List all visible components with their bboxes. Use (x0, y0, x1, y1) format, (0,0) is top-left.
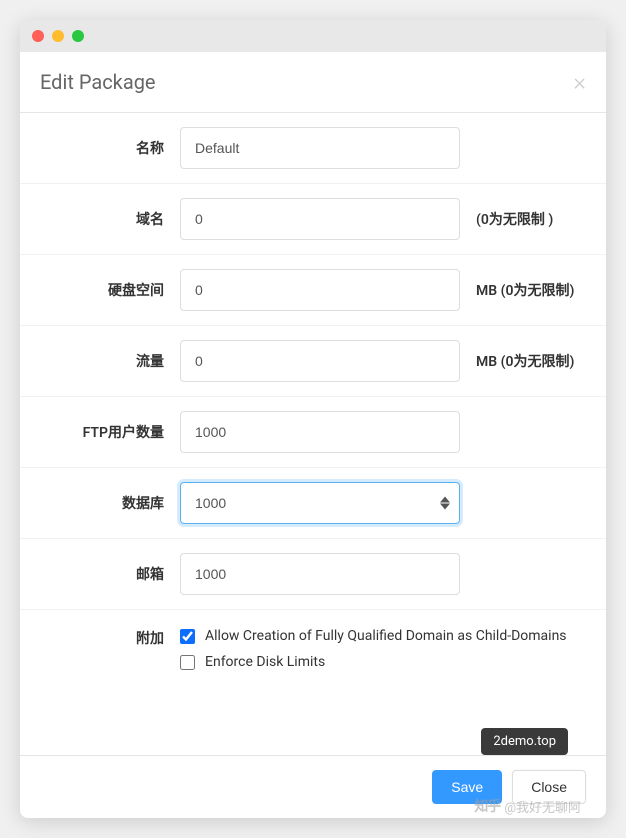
label-addon: 附加 (44, 624, 164, 648)
tooltip: 2demo.top (481, 728, 568, 755)
stepper-up-icon[interactable] (440, 497, 450, 503)
field-disk: 硬盘空间 MB (0为无限制) (20, 255, 606, 325)
input-bandwidth[interactable] (180, 340, 460, 382)
modal-title: Edit Package (40, 70, 156, 94)
suffix-bandwidth: MB (0为无限制) (476, 351, 574, 371)
input-domain[interactable] (180, 198, 460, 240)
input-email[interactable] (180, 553, 460, 595)
window-close-icon[interactable] (32, 30, 44, 42)
suffix-disk: MB (0为无限制) (476, 280, 574, 300)
suffix-domain: (0为无限制 ) (476, 209, 553, 229)
field-name: 名称 (20, 113, 606, 183)
window-maximize-icon[interactable] (72, 30, 84, 42)
label-ftp: FTP用户数量 (44, 422, 164, 442)
field-bandwidth: 流量 MB (0为无限制) (20, 326, 606, 396)
input-database-wrapper (180, 482, 460, 524)
checkbox-disklimits-label[interactable]: Enforce Disk Limits (205, 654, 325, 670)
save-button[interactable]: Save (432, 770, 502, 804)
input-disk[interactable] (180, 269, 460, 311)
addon-checkbox-group: Allow Creation of Fully Qualified Domain… (180, 624, 567, 670)
checkbox-disklimits[interactable] (180, 655, 195, 670)
field-addon: 附加 Allow Creation of Fully Qualified Dom… (20, 610, 606, 684)
label-disk: 硬盘空间 (44, 280, 164, 300)
checkbox-fqdn[interactable] (180, 629, 195, 644)
close-button[interactable]: Close (512, 770, 586, 804)
input-ftp[interactable] (180, 411, 460, 453)
label-email: 邮箱 (44, 564, 164, 584)
window-minimize-icon[interactable] (52, 30, 64, 42)
field-domain: 域名 (0为无限制 ) (20, 184, 606, 254)
database-stepper (440, 497, 450, 510)
addon-option-fqdn: Allow Creation of Fully Qualified Domain… (180, 628, 567, 644)
input-database[interactable] (180, 482, 460, 524)
close-icon[interactable]: × (573, 70, 586, 94)
label-database: 数据库 (44, 493, 164, 513)
modal-header: Edit Package × (20, 52, 606, 113)
label-domain: 域名 (44, 209, 164, 229)
addon-option-disklimits: Enforce Disk Limits (180, 654, 567, 670)
checkbox-fqdn-label[interactable]: Allow Creation of Fully Qualified Domain… (205, 628, 567, 644)
edit-package-modal: Edit Package × 名称 域名 (0为无限制 ) 硬盘空间 MB (0… (20, 20, 606, 818)
field-database: 数据库 (20, 468, 606, 538)
modal-body: 名称 域名 (0为无限制 ) 硬盘空间 MB (0为无限制) 流量 MB (0为… (20, 113, 606, 755)
label-bandwidth: 流量 (44, 351, 164, 371)
stepper-down-icon[interactable] (440, 504, 450, 510)
modal-footer: 2demo.top Save Close (20, 755, 606, 818)
field-email: 邮箱 (20, 539, 606, 609)
window-titlebar (20, 20, 606, 52)
label-name: 名称 (44, 138, 164, 158)
input-name[interactable] (180, 127, 460, 169)
field-ftp: FTP用户数量 (20, 397, 606, 467)
